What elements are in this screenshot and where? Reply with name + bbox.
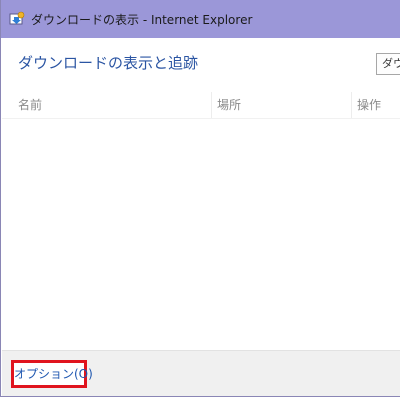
- options-button[interactable]: オプション(O): [11, 360, 93, 388]
- top-right-button[interactable]: ダウ: [376, 53, 400, 75]
- downloads-panel: ダウンロードの表示と追跡 ダウ 名前 場所 操作: [2, 38, 400, 350]
- column-header-name[interactable]: 名前: [18, 94, 42, 116]
- column-separator: [211, 92, 212, 118]
- column-header-action[interactable]: 操作: [357, 94, 381, 116]
- footer-bar: オプション(O): [2, 350, 400, 396]
- page-title: ダウンロードの表示と追跡: [18, 54, 199, 72]
- downloads-list: [2, 119, 400, 349]
- title-bar[interactable]: ダウンロードの表示 - Internet Explorer: [1, 0, 400, 38]
- column-header-location[interactable]: 場所: [217, 94, 241, 116]
- column-separator: [351, 92, 352, 118]
- ie-window-icon: [8, 10, 26, 28]
- download-window: ダウンロードの表示 - Internet Explorer ダウンロードの表示と…: [0, 0, 400, 397]
- window-title: ダウンロードの表示 - Internet Explorer: [31, 12, 253, 27]
